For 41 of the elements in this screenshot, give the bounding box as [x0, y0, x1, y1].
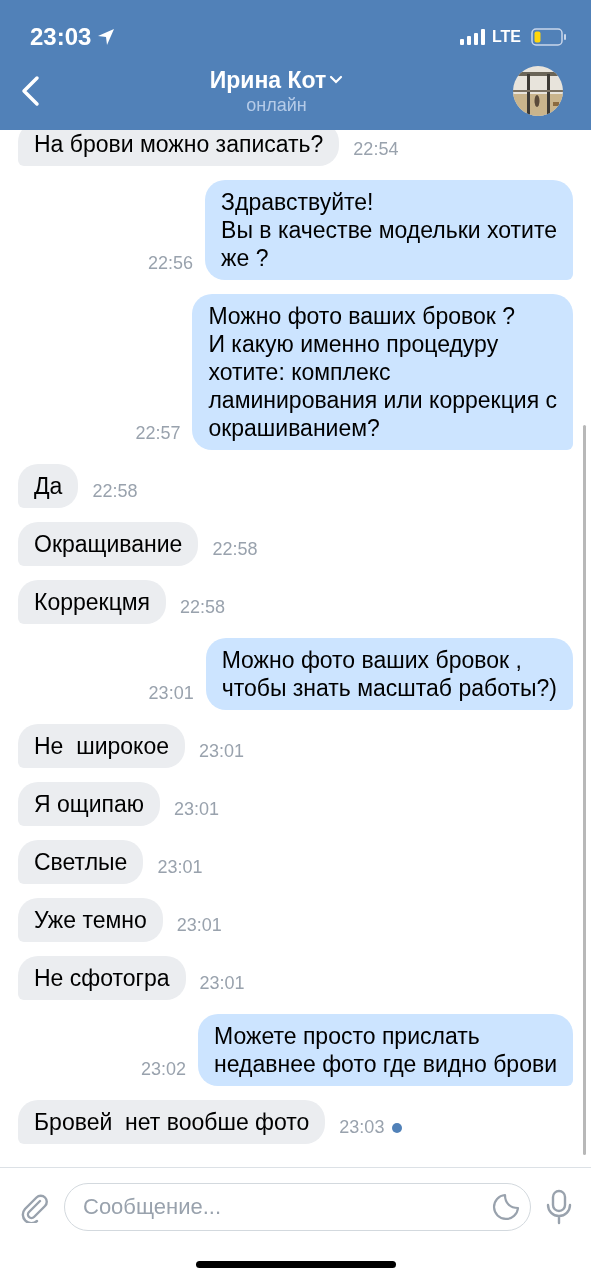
outgoing-message[interactable]: Можно фото ваших бровок ? И какую именно процедуру хотите: комплекс ламинирования или коррекция с окрашиванием?	[192, 294, 573, 450]
message-time: 22:58	[212, 539, 258, 560]
scrollbar[interactable]	[583, 425, 586, 1155]
status-time: 23:03	[30, 23, 92, 51]
network-label: LTE	[491, 28, 521, 46]
incoming-message[interactable]: Не широкое	[18, 724, 185, 768]
incoming-message[interactable]: Светлые	[18, 840, 144, 884]
outgoing-message[interactable]: Можете просто прислать недавнее фото где видно брови	[198, 1014, 573, 1086]
incoming-message[interactable]: Не сфотогра	[18, 956, 186, 1000]
incoming-message[interactable]: Окращивание	[18, 522, 199, 566]
message-time: 22:57	[135, 423, 181, 444]
message-time: 22:58	[92, 481, 138, 502]
microphone-icon[interactable]	[545, 1189, 573, 1225]
location-arrow-icon	[97, 28, 116, 46]
message-time: 23:01	[174, 799, 220, 820]
message-time: 23:01	[199, 973, 245, 994]
outgoing-message[interactable]: Здравствуйте! Вы в качестве модельки хотите же ?	[205, 180, 573, 280]
chevron-down-icon[interactable]	[329, 75, 344, 85]
message-time: 23:01	[198, 741, 244, 762]
message-time: 23:02	[141, 1059, 187, 1080]
contact-name[interactable]: Ирина Кот	[209, 66, 327, 94]
incoming-message[interactable]: На брови можно записать?	[18, 130, 340, 166]
signal-icon	[459, 29, 486, 45]
back-icon[interactable]	[20, 75, 40, 107]
message-time: 23:01	[176, 915, 222, 936]
message-time: 22:56	[148, 253, 194, 274]
message-time: 23:03	[339, 1117, 385, 1138]
online-status: онлайн	[246, 94, 307, 116]
incoming-message[interactable]: Я ощипаю	[18, 782, 161, 826]
battery-icon	[531, 28, 567, 46]
incoming-message[interactable]: Уже темно	[18, 898, 163, 942]
incoming-message[interactable]: Коррекцмя	[18, 580, 167, 624]
message-time: 23:01	[157, 857, 203, 878]
message-time: 22:54	[353, 139, 399, 160]
outgoing-message[interactable]: Можно фото ваших бровок , чтобы знать масштаб работы?)	[205, 638, 573, 710]
message-input[interactable]: Сообщение...	[81, 1193, 492, 1221]
message-time: 22:58	[180, 597, 226, 618]
sticker-icon[interactable]	[492, 1193, 520, 1221]
incoming-message[interactable]: Да	[18, 464, 79, 508]
message-time: 23:01	[148, 683, 194, 704]
incoming-message[interactable]: Бровей нет вообше фото	[18, 1100, 326, 1144]
